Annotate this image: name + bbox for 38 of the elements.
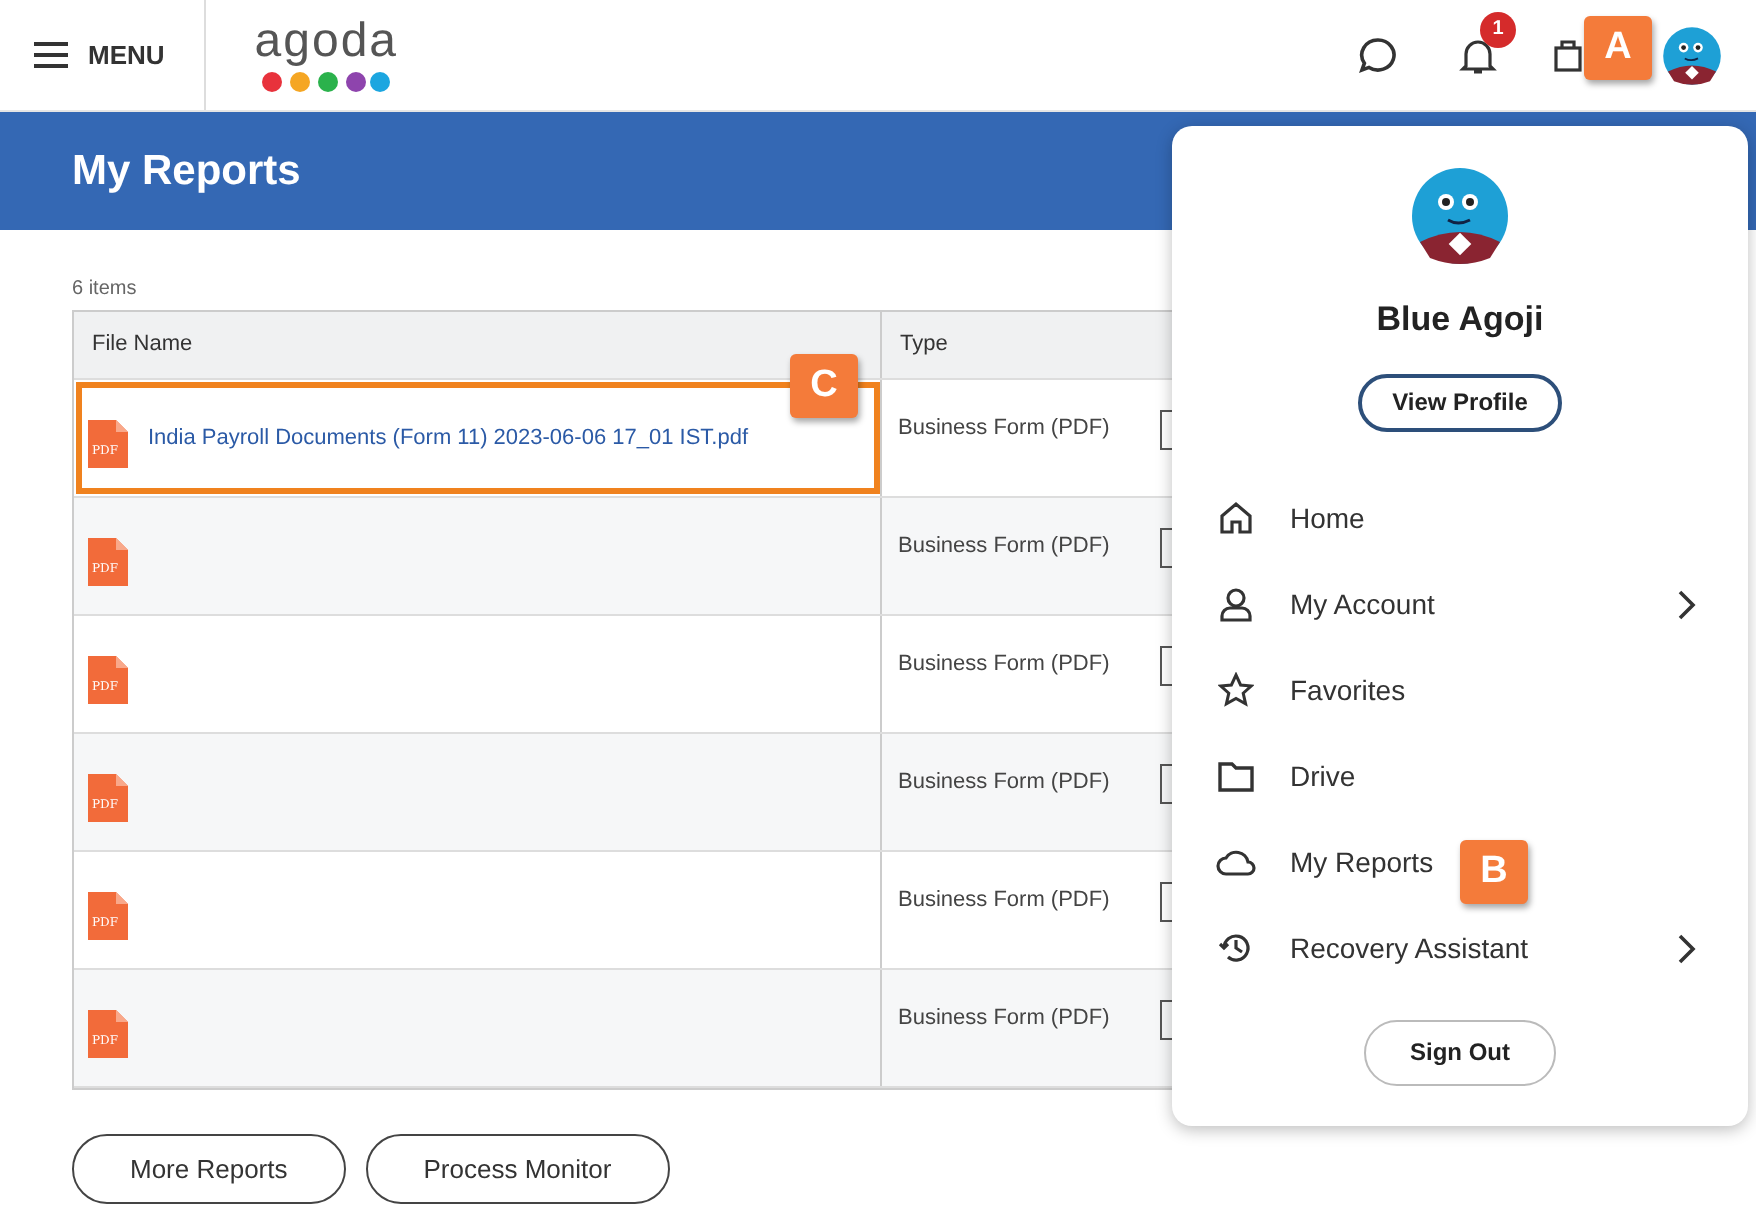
- table-cell-text: Business Form (PDF): [896, 886, 1112, 916]
- sign-out-button[interactable]: Sign Out: [1364, 1019, 1556, 1085]
- menu-button[interactable]: MENU: [0, 0, 205, 110]
- view-profile-button[interactable]: View Profile: [1358, 373, 1562, 431]
- person-icon: [1218, 586, 1254, 622]
- file-link[interactable]: India Payroll Documents (Form 11) 2023-06-06 17_01 IST.pdf: [148, 420, 749, 452]
- profile-menu-item[interactable]: Home: [1290, 501, 1365, 533]
- profile-menu-item[interactable]: My Reports: [1290, 845, 1434, 877]
- callout-badge: A: [1584, 16, 1652, 80]
- table-cell-text: Business Form (PDF): [896, 532, 1112, 562]
- folder-icon: [1218, 760, 1254, 792]
- page-title: My Reports: [72, 145, 301, 198]
- chat-icon[interactable]: [1358, 35, 1398, 75]
- user-name: Blue Agoji: [1376, 298, 1544, 342]
- agoda-logo[interactable]: agoda: [254, 17, 399, 93]
- cloud-icon: [1216, 848, 1256, 876]
- table-cell-text: Business Form (PDF): [896, 414, 1112, 444]
- report-button[interactable]: More Reports: [72, 1134, 346, 1204]
- profile-menu-item[interactable]: Favorites: [1290, 673, 1406, 705]
- report-button[interactable]: Process Monitor: [365, 1134, 670, 1204]
- notification-badge: 1: [1480, 11, 1516, 47]
- history-icon: [1218, 930, 1254, 966]
- profile-menu-item[interactable]: My Account: [1290, 587, 1435, 619]
- menu-icon: [34, 42, 68, 68]
- table-cell-text: Business Form (PDF): [896, 1004, 1112, 1034]
- profile-menu-item[interactable]: Drive: [1290, 759, 1356, 791]
- column-header: Type: [898, 330, 950, 361]
- profile-menu-item[interactable]: Recovery Assistant: [1290, 931, 1529, 963]
- briefcase-icon[interactable]: [1554, 37, 1582, 73]
- avatar-icon[interactable]: [1662, 25, 1722, 85]
- item-count: 6 items: [72, 276, 139, 304]
- star-icon: [1218, 672, 1254, 708]
- avatar-picture-icon: [1410, 166, 1510, 266]
- table-cell-text: Business Form (PDF): [896, 650, 1112, 680]
- callout-badge: B: [1460, 840, 1528, 904]
- home-icon: [1218, 500, 1254, 536]
- notification-bell-icon[interactable]: [1458, 35, 1498, 75]
- table-cell-text: Business Form (PDF): [896, 768, 1112, 798]
